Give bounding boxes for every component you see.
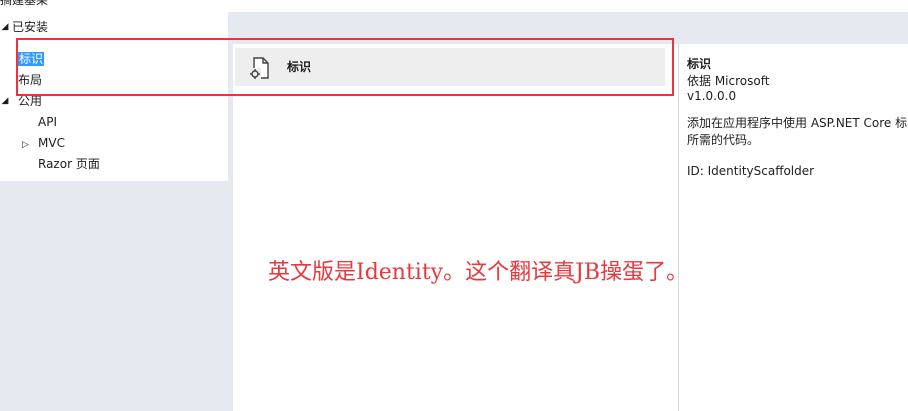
annotation-text: 英文版是Identity。这个翻译真JB操蛋了。 [268,260,689,285]
tree-item-razor-pages[interactable]: Razor 页面 [38,155,100,173]
window-title-strip: 搞建基架 [0,0,908,12]
details-id: ID: IdentityScaffolder [687,164,815,178]
details-version: v1.0.0.0 [687,89,737,103]
tree-item-mvc[interactable]: ▷ MVC [22,134,65,152]
expanded-arrow-icon[interactable]: ◢ [0,92,10,110]
tree-node-installed[interactable]: ◢ 已安装 [0,18,48,36]
tree-node-label: 已安装 [12,20,49,34]
details-title: 标识 [687,57,712,71]
annotation-highlight-box [16,38,674,96]
template-list: 标识 [233,44,678,411]
tree-item-label: Razor 页面 [38,157,100,171]
tree-node-label: 公用 [18,94,43,108]
tree-item-label: API [38,115,57,129]
collapsed-arrow-icon[interactable]: ▷ [22,136,38,154]
tree-item-label: MVC [38,136,65,150]
details-panel: 标识 依据 Microsoft v1.0.0.0 添加在应用程序中使用 ASP.… [679,44,908,411]
details-author: 依据 Microsoft [687,74,770,88]
tree-item-api[interactable]: API [38,113,57,131]
details-description-line1: 添加在应用程序中使用 ASP.NET Core 标 [687,116,908,130]
details-description-line2: 所需的代码。 [687,133,760,147]
expanded-arrow-icon[interactable]: ◢ [0,18,10,36]
window-title: 搞建基架 [0,0,49,7]
